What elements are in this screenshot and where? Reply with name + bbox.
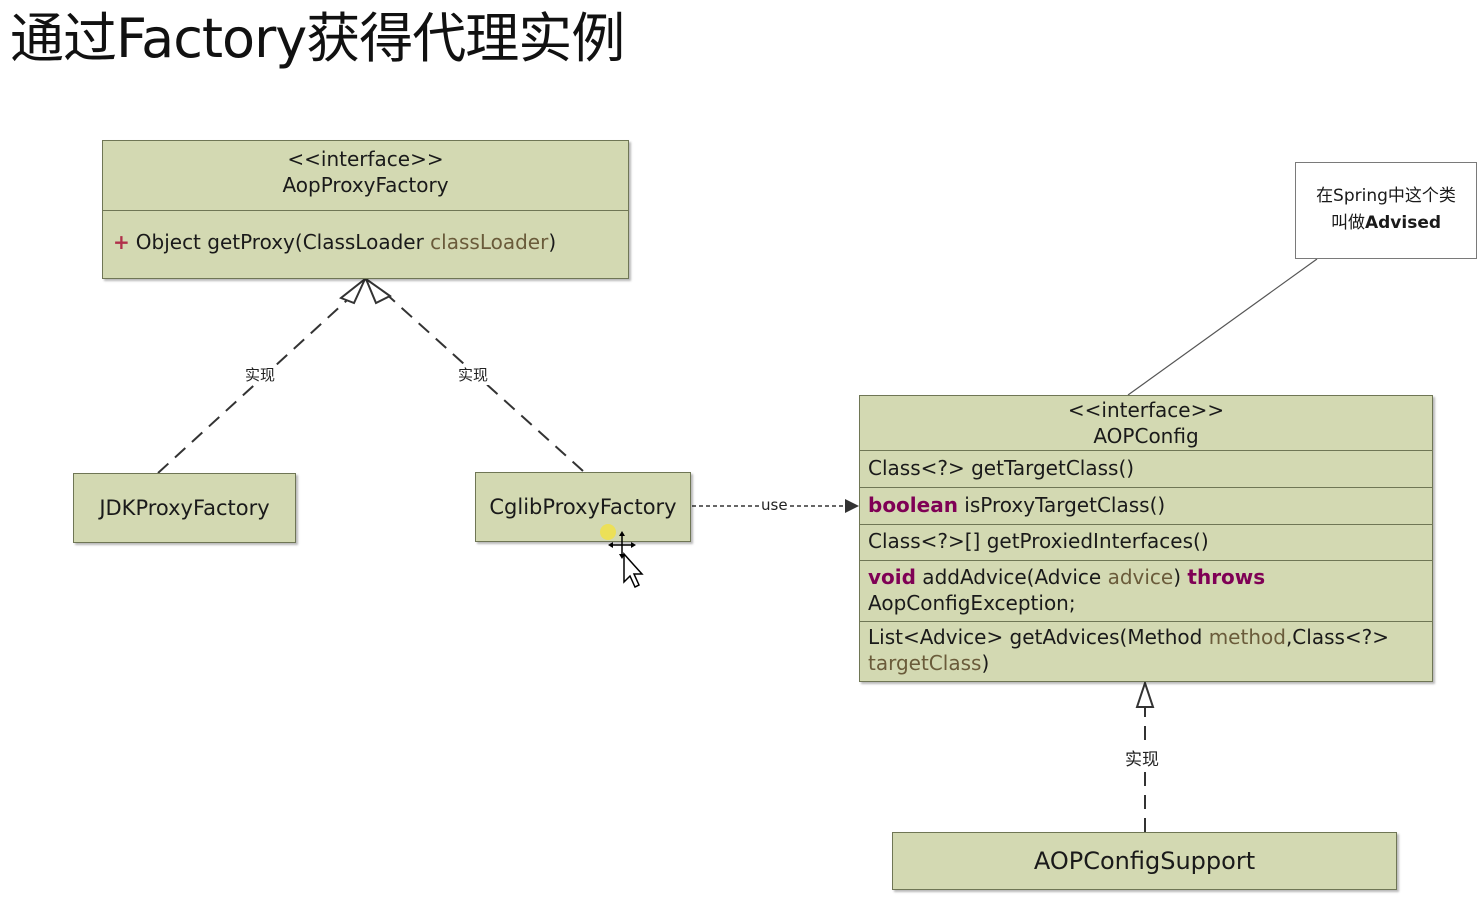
aop-proxy-factory-header: <<interface>> AopProxyFactory	[103, 141, 628, 211]
mouse-pointer-icon	[600, 524, 644, 589]
aop-config-class[interactable]: <<interface>> AOPConfig Class<?> getTarg…	[859, 395, 1433, 682]
aop-config-support-class[interactable]: AOPConfigSupport	[892, 832, 1397, 890]
aop-config-name: AOPConfig	[1093, 424, 1199, 448]
jdk-realization-label: 实现	[244, 364, 277, 385]
method-param: method	[1208, 625, 1286, 649]
throws-keyword: throws	[1187, 565, 1266, 589]
get-advices-method: List<Advice> getAdvices(Method method,Cl…	[860, 622, 1432, 680]
note-anchor-line	[1127, 258, 1318, 396]
support-realization-arrowhead	[1135, 679, 1155, 708]
add-advice-method: void addAdvice(Advice advice) throws Aop…	[860, 561, 1432, 622]
aop-config-support-name: AOPConfigSupport	[1033, 847, 1256, 875]
use-dependency-arrowhead	[845, 499, 859, 513]
cglib-proxy-factory-name: CglibProxyFactory	[489, 495, 677, 519]
is-proxy-target-class-method: boolean isProxyTargetClass()	[860, 488, 1432, 525]
add-advice-text: addAdvice(Advice	[915, 565, 1108, 589]
note-line-2-prefix: 叫做	[1330, 213, 1365, 233]
void-keyword: void	[868, 565, 916, 589]
aop-proxy-factory-class[interactable]: <<interface>> AopProxyFactory + Object ge…	[102, 140, 629, 279]
get-target-class-text: Class<?> getTargetClass()	[868, 456, 1135, 480]
get-advices-close: )	[981, 651, 990, 675]
get-proxied-interfaces-text: Class<?>[] getProxiedInterfaces()	[868, 529, 1209, 553]
get-proxied-interfaces-method: Class<?>[] getProxiedInterfaces()	[860, 525, 1432, 561]
get-target-class-method: Class<?> getTargetClass()	[860, 451, 1432, 488]
get-advices-class-text: ,Class<?>	[1285, 625, 1390, 649]
get-proxy-close: )	[548, 230, 557, 254]
note-line-2: 叫做Advised	[1296, 210, 1476, 237]
aop-config-exception-text: AopConfigException;	[868, 591, 1076, 615]
jdk-proxy-factory-name: JDKProxyFactory	[99, 496, 270, 520]
advice-param: advice	[1107, 565, 1174, 589]
cglib-realization-label: 实现	[457, 364, 490, 385]
advised-note[interactable]: 在Spring中这个类 叫做Advised	[1295, 162, 1477, 259]
aop-config-header: <<interface>> AOPConfig	[860, 396, 1432, 451]
get-proxy-signature: Object getProxy(ClassLoader	[135, 230, 431, 254]
boolean-keyword: boolean	[868, 493, 958, 517]
get-proxy-method: + Object getProxy(ClassLoader classLoader…	[103, 211, 628, 255]
use-dependency-label: use	[760, 496, 789, 514]
note-line-1: 在Spring中这个类	[1316, 186, 1456, 206]
is-proxy-target-class-text: isProxyTargetClass()	[957, 493, 1166, 517]
jdk-realization-arrowhead	[339, 278, 366, 305]
aop-proxy-factory-stereotype: <<interface>>	[287, 147, 444, 171]
cglib-realization-arrowhead	[363, 276, 392, 305]
target-class-param: targetClass	[868, 651, 982, 675]
add-advice-close: )	[1173, 565, 1188, 589]
aop-config-stereotype: <<interface>>	[1067, 398, 1225, 422]
get-advices-text: List<Advice> getAdvices(Method	[868, 625, 1209, 649]
note-advised-text: Advised	[1364, 213, 1442, 233]
aop-proxy-factory-name: AopProxyFactory	[282, 173, 449, 197]
support-realization-label: 实现	[1124, 745, 1160, 770]
get-proxy-param: classLoader	[430, 230, 549, 254]
public-visibility-icon: +	[113, 230, 130, 254]
jdk-proxy-factory-class[interactable]: JDKProxyFactory	[73, 473, 296, 543]
